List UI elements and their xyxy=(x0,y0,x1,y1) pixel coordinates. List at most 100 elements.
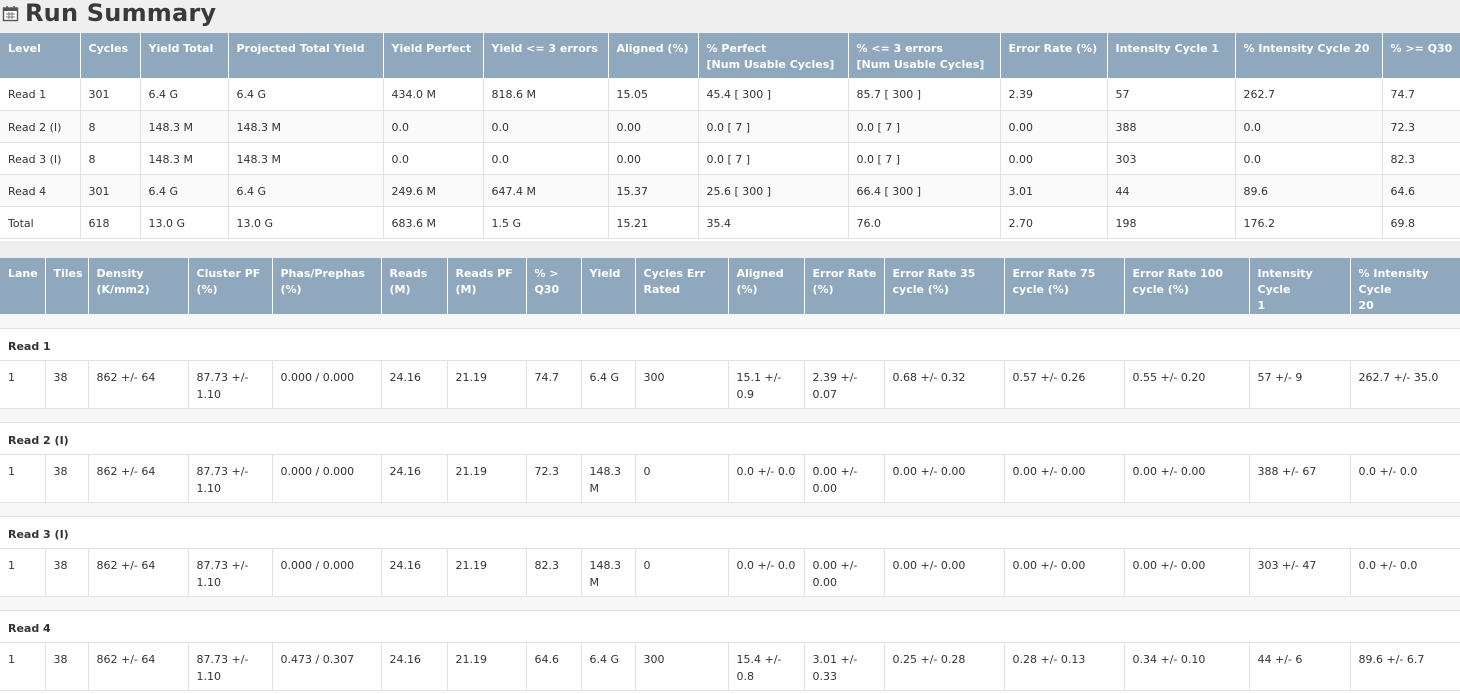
table-cell: 72.3 xyxy=(526,454,582,503)
table-cell: 300 xyxy=(635,642,729,691)
table-cell: Read 3 (I) xyxy=(0,142,81,175)
column-header-yield: Yield xyxy=(581,258,636,314)
table-cell: 862 +/- 64 xyxy=(88,642,189,691)
table-cell: 148.3 M xyxy=(228,110,384,143)
column-header-reads-pf-m: Reads PF (M) xyxy=(447,258,527,314)
group-header-row: Read 4 xyxy=(0,610,1460,643)
table-cell: 300 xyxy=(635,360,729,409)
table-cell: 148.3 M xyxy=(581,454,636,503)
table-cell: 15.21 xyxy=(608,206,699,239)
table-cell: 303 +/- 47 xyxy=(1249,548,1351,597)
table-cell: 618 xyxy=(80,206,141,239)
table-cell: 0.473 / 0.307 xyxy=(272,642,382,691)
column-header-phas-prephas: Phas/Prephas (%) xyxy=(272,258,382,314)
table-cell: 0.00 +/- 0.00 xyxy=(804,548,885,597)
table-cell: 148.3 M xyxy=(140,110,229,143)
table-cell: 0.0 [ 7 ] xyxy=(848,142,1001,175)
table-cell: 87.73 +/- 1.10 xyxy=(188,360,273,409)
table-cell: 21.19 xyxy=(447,548,527,597)
table-cell: 6.4 G xyxy=(581,360,636,409)
table-cell: 74.7 xyxy=(1382,78,1460,111)
spacer-cell xyxy=(0,408,1460,423)
table-cell: 388 +/- 67 xyxy=(1249,454,1351,503)
column-header-density-k-mm2: Density (K/mm2) xyxy=(88,258,189,314)
column-header-error-rate: Error Rate (%) xyxy=(1000,33,1108,78)
table-cell: 0.000 / 0.000 xyxy=(272,454,382,503)
table-cell: 0.0 +/- 0.0 xyxy=(1350,454,1460,503)
calendar-icon xyxy=(2,5,19,22)
group-header-row: Read 1 xyxy=(0,328,1460,361)
table-cell: 24.16 xyxy=(381,548,448,597)
table-cell: 0.0 [ 7 ] xyxy=(848,110,1001,143)
table-cell: 0.00 xyxy=(1000,110,1108,143)
table-cell: 44 xyxy=(1107,174,1236,207)
table-cell: 76.0 xyxy=(848,206,1001,239)
table-cell: 1.5 G xyxy=(483,206,609,239)
table-cell: 2.39 +/- 0.07 xyxy=(804,360,885,409)
table-cell: 57 xyxy=(1107,78,1236,111)
table-cell: 15.05 xyxy=(608,78,699,111)
table-cell: Total xyxy=(0,206,81,239)
table-cell: 0.0 xyxy=(1235,142,1383,175)
table-cell: 87.73 +/- 1.10 xyxy=(188,642,273,691)
table-cell: 69.8 xyxy=(1382,206,1460,239)
table-cell: 0.68 +/- 0.32 xyxy=(884,360,1005,409)
table-cell: Read 4 xyxy=(0,174,81,207)
page-header: Run Summary xyxy=(0,0,1460,26)
table-cell: 25.6 [ 300 ] xyxy=(698,174,849,207)
group-title: Read 1 xyxy=(0,328,1460,361)
run-summary-table: Level Cycles Yield Total Projected Total Yi… xyxy=(0,33,1460,239)
column-header-error-rate-35-cycle: Error Rate 35 cycle (%) xyxy=(884,258,1005,314)
table-row: Read 3 (I) 8 148.3 M 148.3 M 0.0 0.0 0.00 0.0 [… xyxy=(0,142,1460,175)
table-cell: 148.3 M xyxy=(581,548,636,597)
table-cell: 0.000 / 0.000 xyxy=(272,360,382,409)
table-cell: 15.4 +/- 0.8 xyxy=(728,642,805,691)
table-cell: 64.6 xyxy=(1382,174,1460,207)
table-cell: 64.6 xyxy=(526,642,582,691)
column-header-intensity-cycle-1: Intensity Cycle 1 xyxy=(1249,258,1351,314)
table-cell: 66.4 [ 300 ] xyxy=(848,174,1001,207)
column-header-yield-3-errors: Yield <= 3 errors xyxy=(483,33,609,78)
table-cell: 15.1 +/- 0.9 xyxy=(728,360,805,409)
column-header-yield-total: Yield Total xyxy=(140,33,229,78)
table-cell: 0.00 +/- 0.00 xyxy=(1124,548,1250,597)
table-cell: 303 xyxy=(1107,142,1236,175)
table-cell: 262.7 +/- 35.0 xyxy=(1350,360,1460,409)
table-cell: 38 xyxy=(45,548,89,597)
table-cell: 0.0 xyxy=(483,142,609,175)
table-cell: 0.0 xyxy=(383,142,484,175)
table-cell: 1 xyxy=(0,360,46,409)
table-cell: 6.4 G xyxy=(140,78,229,111)
column-header-cycles-err-rated: Cycles Err Rated xyxy=(635,258,729,314)
table-cell: 0.00 xyxy=(1000,142,1108,175)
table-row: Read 4 301 6.4 G 6.4 G 249.6 M 647.4 M 15.37 25… xyxy=(0,174,1460,207)
lane-table-header: Lane Tiles Density (K/mm2) Cluster PF (%) Ph… xyxy=(0,258,1460,314)
table-cell: 3.01 xyxy=(1000,174,1108,207)
table-cell: 0.00 +/- 0.00 xyxy=(1004,454,1125,503)
table-cell: 38 xyxy=(45,454,89,503)
table-cell: 6.4 G xyxy=(228,78,384,111)
table-cell: 0.00 xyxy=(608,142,699,175)
table-cell: 0.000 / 0.000 xyxy=(272,548,382,597)
table-cell: 0.0 +/- 0.0 xyxy=(1350,548,1460,597)
table-cell: 13.0 G xyxy=(228,206,384,239)
table-cell: 862 +/- 64 xyxy=(88,454,189,503)
table-row: Read 2 (I) 8 148.3 M 148.3 M 0.0 0.0 0.00 0.0 [… xyxy=(0,110,1460,143)
table-cell: Read 1 xyxy=(0,78,81,111)
table-cell: 0.00 +/- 0.00 xyxy=(1004,548,1125,597)
group-title: Read 3 (I) xyxy=(0,516,1460,549)
table-cell: 0.28 +/- 0.13 xyxy=(1004,642,1125,691)
table-cell: 198 xyxy=(1107,206,1236,239)
table-cell: 89.6 xyxy=(1235,174,1383,207)
column-header-error-rate: Error Rate (%) xyxy=(804,258,885,314)
run-summary-panel: Level Cycles Yield Total Projected Total Yi… xyxy=(0,33,1460,241)
table-cell: 21.19 xyxy=(447,360,527,409)
group-title: Read 4 xyxy=(0,610,1460,643)
table-cell: 6.4 G xyxy=(581,642,636,691)
table-cell: 8 xyxy=(80,110,141,143)
table-cell: 0.0 +/- 0.0 xyxy=(728,548,805,597)
group-spacer xyxy=(0,408,1460,423)
table-cell: 388 xyxy=(1107,110,1236,143)
table-cell: 21.19 xyxy=(447,642,527,691)
table-row: Total 618 13.0 G 13.0 G 683.6 M 1.5 G 15.21 35.… xyxy=(0,206,1460,239)
